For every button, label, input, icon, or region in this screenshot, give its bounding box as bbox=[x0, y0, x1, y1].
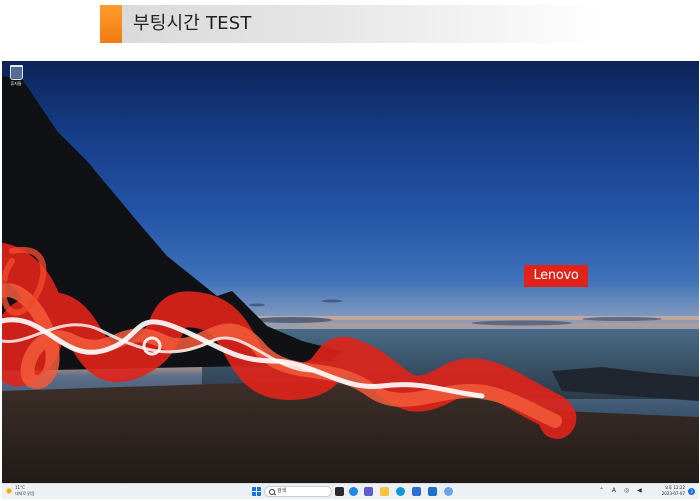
chat-icon[interactable] bbox=[364, 487, 373, 496]
recycle-bin-icon bbox=[9, 65, 23, 80]
weather-condition: 대체로 맑음 bbox=[15, 491, 35, 496]
desktop-icon-recycle-bin[interactable]: 휴지통 bbox=[8, 65, 24, 87]
weather-temperature: 11°C bbox=[15, 485, 25, 490]
taskbar-search-box[interactable]: 검색 bbox=[264, 486, 332, 497]
notification-badge[interactable]: 3 bbox=[688, 488, 695, 495]
photos-icon[interactable] bbox=[444, 487, 453, 496]
slide-title: 부팅시간 TEST bbox=[133, 13, 252, 34]
search-icon bbox=[269, 489, 275, 495]
wallpaper bbox=[2, 76, 699, 499]
windows-start-icon[interactable] bbox=[252, 487, 261, 496]
lenovo-logo: Lenovo bbox=[524, 265, 588, 287]
file-explorer-icon[interactable] bbox=[380, 487, 389, 496]
lenovo-app-icon[interactable] bbox=[428, 487, 437, 496]
store-icon[interactable] bbox=[412, 487, 421, 496]
task-view-icon[interactable] bbox=[335, 487, 344, 496]
widgets-icon[interactable] bbox=[349, 487, 358, 496]
taskbar-clock[interactable]: 오후 12:22 2023-07-07 bbox=[662, 485, 685, 497]
edge-icon[interactable] bbox=[396, 487, 405, 496]
cloud-streaks bbox=[242, 299, 699, 326]
clock-date: 2023-07-07 bbox=[661, 491, 685, 496]
system-tray[interactable]: ⌃ A ◎ ◀ bbox=[599, 487, 645, 494]
title-accent-block bbox=[100, 5, 122, 43]
desktop-screenshot: 휴지통 Lenovo 11°C 대체로 맑음 검색 ⌃ A ◎ ◀ 오후 12:… bbox=[2, 61, 699, 499]
taskbar: 11°C 대체로 맑음 검색 ⌃ A ◎ ◀ 오후 12:22 2023-07-… bbox=[2, 483, 699, 499]
desktop-icon-label: 휴지통 bbox=[10, 81, 22, 86]
weather-sun-icon bbox=[6, 488, 12, 494]
search-placeholder: 검색 bbox=[277, 488, 287, 494]
